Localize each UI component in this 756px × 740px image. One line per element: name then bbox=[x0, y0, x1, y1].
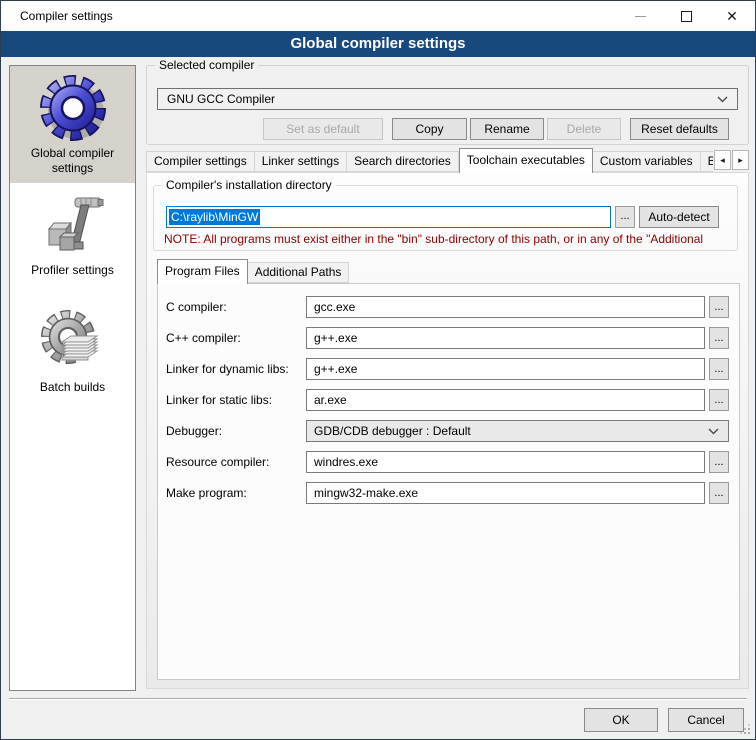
field-label: Debugger: bbox=[166, 424, 306, 438]
minimize-icon bbox=[635, 16, 646, 17]
browse-cpp-compiler-button[interactable]: ... bbox=[709, 327, 729, 349]
scroll-right-icon: ▸ bbox=[738, 155, 743, 166]
sidebar-item-batch-builds[interactable]: Batch builds bbox=[10, 300, 135, 417]
make-program-input[interactable]: mingw32-make.exe bbox=[306, 482, 705, 504]
linker-static-input[interactable]: ar.exe bbox=[306, 389, 705, 411]
tabs-wrap: Compiler settings Linker settings Search… bbox=[146, 148, 713, 173]
field-value: ar.exe bbox=[314, 393, 347, 407]
browse-resource-compiler-button[interactable]: ... bbox=[709, 451, 729, 473]
tab-build-options[interactable]: Build bbox=[701, 151, 713, 172]
cancel-button[interactable]: Cancel bbox=[668, 708, 744, 732]
main-tabstrip: Compiler settings Linker settings Search… bbox=[146, 148, 749, 173]
browse-linker-static-button[interactable]: ... bbox=[709, 389, 729, 411]
gray-gear-stack-icon bbox=[39, 309, 107, 375]
field-label: Linker for dynamic libs: bbox=[166, 362, 306, 376]
subtab-program-files[interactable]: Program Files bbox=[157, 259, 248, 284]
chevron-down-icon bbox=[717, 96, 728, 103]
chevron-down-icon bbox=[708, 428, 719, 435]
caliper-icon bbox=[39, 192, 107, 258]
delete-button[interactable]: Delete bbox=[547, 118, 621, 140]
sidebar-item-global-compiler-settings[interactable]: Global compiler settings bbox=[10, 66, 135, 183]
auto-detect-button[interactable]: Auto-detect bbox=[639, 206, 719, 228]
browse-make-program-button[interactable]: ... bbox=[709, 482, 729, 504]
close-button[interactable]: ✕ bbox=[709, 1, 755, 31]
toolchain-executables-panel: Compiler's installation directory C:\ray… bbox=[146, 172, 749, 689]
form-row-resource-compiler: Resource compiler: windres.exe ... bbox=[166, 451, 729, 473]
browse-linker-dynamic-button[interactable]: ... bbox=[709, 358, 729, 380]
tab-toolchain-executables[interactable]: Toolchain executables bbox=[459, 148, 593, 173]
reset-defaults-button[interactable]: Reset defaults bbox=[630, 118, 729, 140]
browse-directory-button[interactable]: ... bbox=[615, 206, 635, 228]
tab-search-directories[interactable]: Search directories bbox=[347, 151, 459, 172]
tab-linker-settings[interactable]: Linker settings bbox=[255, 151, 347, 172]
tab-custom-variables[interactable]: Custom variables bbox=[593, 151, 701, 172]
form-row-linker-dynamic: Linker for dynamic libs: g++.exe ... bbox=[166, 358, 729, 380]
field-value: windres.exe bbox=[314, 455, 378, 469]
field-label: C++ compiler: bbox=[166, 331, 306, 345]
debugger-dropdown[interactable]: GDB/CDB debugger : Default bbox=[306, 420, 729, 442]
resize-grip-icon[interactable] bbox=[748, 732, 750, 734]
installation-directory-row: C:\raylib\MinGW ... Auto-detect bbox=[166, 206, 719, 228]
minimize-button[interactable] bbox=[617, 1, 663, 31]
main-panel: Selected compiler GNU GCC Compiler Set a… bbox=[146, 63, 749, 689]
form-row-debugger: Debugger: GDB/CDB debugger : Default bbox=[166, 420, 729, 442]
settings-category-list: Global compiler settings bbox=[9, 65, 136, 691]
tab-compiler-settings[interactable]: Compiler settings bbox=[146, 151, 255, 172]
compiler-settings-window: Compiler settings ✕ Global compiler sett… bbox=[0, 0, 756, 740]
dialog-body: Global compiler settings bbox=[1, 57, 755, 739]
close-icon: ✕ bbox=[726, 9, 738, 23]
maximize-button[interactable] bbox=[663, 1, 709, 31]
field-label: C compiler: bbox=[166, 300, 306, 314]
window-title: Compiler settings bbox=[20, 9, 113, 23]
tab-scroll-left-button[interactable]: ◂ bbox=[714, 150, 731, 170]
field-value: mingw32-make.exe bbox=[314, 486, 418, 500]
note-text: NOTE: All programs must exist either in … bbox=[164, 232, 734, 246]
field-value: GDB/CDB debugger : Default bbox=[314, 424, 471, 438]
rename-button[interactable]: Rename bbox=[470, 118, 544, 140]
field-value: gcc.exe bbox=[314, 300, 355, 314]
selected-compiler-dropdown[interactable]: GNU GCC Compiler bbox=[157, 88, 738, 110]
footer-separator bbox=[9, 698, 747, 700]
cpp-compiler-input[interactable]: g++.exe bbox=[306, 327, 705, 349]
subtab-additional-paths[interactable]: Additional Paths bbox=[248, 262, 350, 283]
sub-tabstrip: Program Files Additional Paths bbox=[157, 260, 740, 284]
field-label: Make program: bbox=[166, 486, 306, 500]
field-label: Resource compiler: bbox=[166, 455, 306, 469]
copy-button[interactable]: Copy bbox=[392, 118, 467, 140]
field-value: g++.exe bbox=[314, 331, 357, 345]
tab-scroll-right-button[interactable]: ▸ bbox=[732, 150, 749, 170]
ok-button[interactable]: OK bbox=[584, 708, 658, 732]
group-legend: Selected compiler bbox=[155, 58, 258, 72]
set-as-default-button[interactable]: Set as default bbox=[263, 118, 383, 140]
form-row-c-compiler: C compiler: gcc.exe ... bbox=[166, 296, 729, 318]
scroll-left-icon: ◂ bbox=[720, 155, 725, 166]
sidebar-item-profiler-settings[interactable]: Profiler settings bbox=[10, 183, 135, 300]
installation-directory-group: Compiler's installation directory C:\ray… bbox=[153, 185, 738, 251]
form-row-linker-static: Linker for static libs: ar.exe ... bbox=[166, 389, 729, 411]
caption-buttons: ✕ bbox=[617, 1, 755, 31]
sidebar-item-label: Batch builds bbox=[17, 380, 129, 395]
selected-text: C:\raylib\MinGW bbox=[169, 209, 260, 225]
field-value: g++.exe bbox=[314, 362, 357, 376]
form-row-cpp-compiler: C++ compiler: g++.exe ... bbox=[166, 327, 729, 349]
page-title: Global compiler settings bbox=[1, 31, 755, 57]
browse-c-compiler-button[interactable]: ... bbox=[709, 296, 729, 318]
resource-compiler-input[interactable]: windres.exe bbox=[306, 451, 705, 473]
titlebar: Compiler settings ✕ bbox=[1, 1, 755, 31]
c-compiler-input[interactable]: gcc.exe bbox=[306, 296, 705, 318]
field-label: Linker for static libs: bbox=[166, 393, 306, 407]
program-files-panel: C compiler: gcc.exe ... C++ compiler: g+… bbox=[157, 283, 740, 680]
linker-dynamic-input[interactable]: g++.exe bbox=[306, 358, 705, 380]
sidebar-item-label: Profiler settings bbox=[17, 263, 129, 278]
tab-scroll-buttons: ◂ ▸ bbox=[714, 150, 749, 170]
selected-compiler-group: Selected compiler GNU GCC Compiler Set a… bbox=[146, 65, 749, 145]
selected-compiler-value: GNU GCC Compiler bbox=[167, 92, 275, 106]
installation-directory-input[interactable]: C:\raylib\MinGW bbox=[166, 206, 611, 228]
sidebar-item-label: Global compiler settings bbox=[17, 146, 129, 176]
form-row-make-program: Make program: mingw32-make.exe ... bbox=[166, 482, 729, 504]
maximize-icon bbox=[681, 11, 692, 22]
group-legend: Compiler's installation directory bbox=[162, 178, 336, 192]
compiler-buttons-row: Set as default Copy Rename Delete Reset … bbox=[157, 118, 729, 140]
blue-gear-icon bbox=[39, 75, 107, 141]
